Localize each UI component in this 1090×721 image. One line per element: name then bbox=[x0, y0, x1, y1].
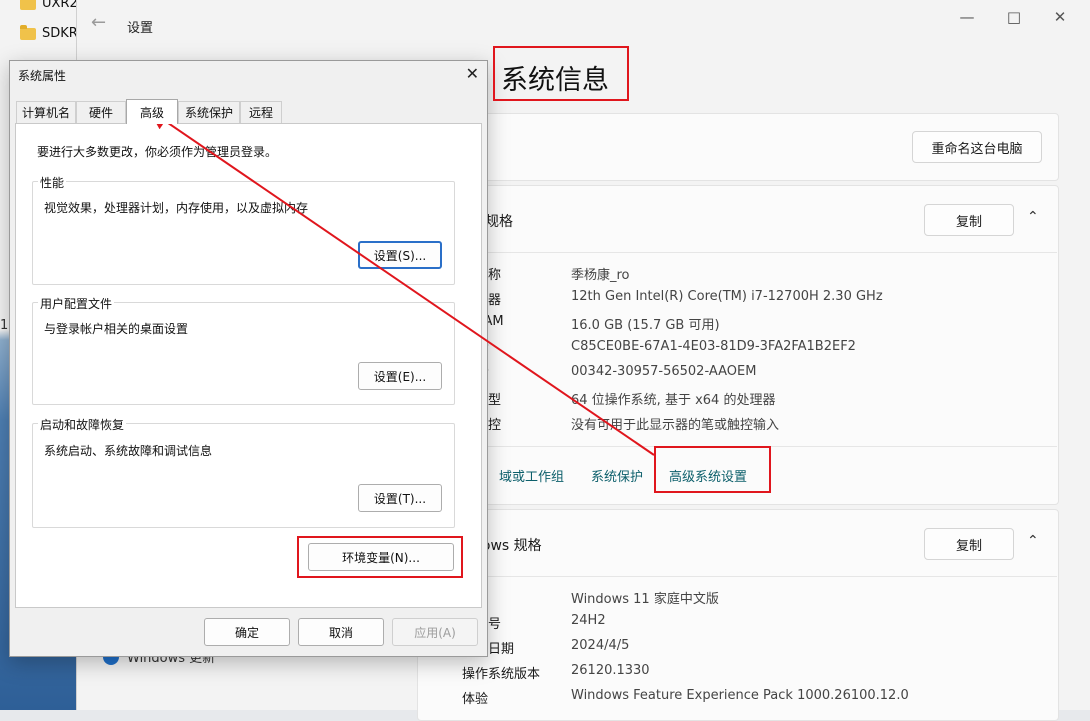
spec-value: 00342-30957-56502-AAOEM bbox=[571, 364, 757, 379]
spec-value: 2024/4/5 bbox=[571, 638, 630, 653]
group-desc: 视觉效果，处理器计划，内存使用，以及虚拟内存 bbox=[44, 201, 309, 215]
minimize-icon[interactable]: — bbox=[952, 8, 982, 26]
back-arrow-icon[interactable]: ← bbox=[91, 12, 106, 33]
highlight-page-title bbox=[493, 46, 629, 101]
highlight-advanced-settings-link bbox=[654, 446, 771, 493]
apply-button[interactable]: 应用(A) bbox=[392, 618, 478, 646]
divider bbox=[417, 576, 1057, 577]
folder-label: UXR2 bbox=[42, 0, 78, 11]
chevron-up-icon[interactable]: ⌃ bbox=[1027, 209, 1039, 225]
spec-value: Windows 11 家庭中文版 bbox=[571, 592, 719, 607]
close-icon[interactable]: ✕ bbox=[1045, 8, 1075, 26]
spec-value: 16.0 GB (15.7 GB 可用) bbox=[571, 318, 720, 333]
group-title: 启动和故障恢复 bbox=[38, 416, 127, 433]
performance-group bbox=[32, 181, 455, 285]
system-protection-link[interactable]: 系统保护 bbox=[591, 466, 643, 485]
rename-pc-button[interactable]: 重命名这台电脑 bbox=[912, 131, 1042, 163]
chevron-up-icon[interactable]: ⌃ bbox=[1027, 533, 1039, 549]
performance-settings-button[interactable]: 设置(S)... bbox=[358, 241, 442, 269]
tab-hardware[interactable]: 硬件 bbox=[76, 101, 126, 123]
admin-note: 要进行大多数更改，你必须作为管理员登录。 bbox=[37, 145, 278, 159]
tab-remote[interactable]: 远程 bbox=[240, 101, 282, 123]
device-spec-title: 规格 bbox=[485, 214, 513, 230]
spec-value: 24H2 bbox=[571, 613, 606, 628]
spec-value: 26120.1330 bbox=[571, 663, 650, 678]
maximize-icon[interactable]: □ bbox=[999, 8, 1029, 26]
group-desc: 与登录帐户相关的桌面设置 bbox=[44, 322, 189, 336]
desktop-folder[interactable]: SDKR bbox=[20, 24, 78, 41]
folder-icon bbox=[20, 0, 36, 10]
divider bbox=[417, 252, 1057, 253]
tab-advanced[interactable]: 高级 bbox=[126, 99, 178, 124]
spec-label: 操作系统版本 bbox=[462, 667, 541, 682]
spec-value: 季杨康_ro bbox=[571, 268, 630, 283]
highlight-environment-variables bbox=[297, 536, 463, 578]
group-title: 用户配置文件 bbox=[38, 295, 115, 312]
dialog-title: 系统属性 bbox=[18, 69, 67, 83]
settings-titlebar: ← 设置 — □ ✕ bbox=[77, 0, 1090, 48]
group-desc: 系统启动、系统故障和调试信息 bbox=[44, 444, 213, 458]
spec-value: 12th Gen Intel(R) Core(TM) i7-12700H 2.3… bbox=[571, 289, 883, 304]
spec-label: 体验 bbox=[462, 692, 489, 707]
cancel-button[interactable]: 取消 bbox=[298, 618, 384, 646]
startup-recovery-settings-button[interactable]: 设置(T)... bbox=[358, 484, 442, 512]
spec-value: 64 位操作系统, 基于 x64 的处理器 bbox=[571, 393, 776, 408]
copy-device-spec-button[interactable]: 复制 bbox=[924, 204, 1014, 236]
spec-value: 没有可用于此显示器的笔或触控输入 bbox=[571, 418, 780, 433]
folder-icon bbox=[20, 24, 36, 40]
group-title: 性能 bbox=[38, 174, 67, 191]
desktop-edge-text: 1 bbox=[0, 318, 9, 333]
settings-window-title: 设置 bbox=[127, 21, 154, 36]
spec-value: C85CE0BE-67A1-4E03-81D9-3FA2FA1B2EF2 bbox=[571, 339, 856, 354]
spec-value: Windows Feature Experience Pack 1000.261… bbox=[571, 688, 909, 703]
ok-button[interactable]: 确定 bbox=[204, 618, 290, 646]
tab-system-protection[interactable]: 系统保护 bbox=[178, 101, 240, 123]
domain-workgroup-link[interactable]: 域或工作组 bbox=[499, 466, 564, 485]
folder-label: SDKR bbox=[42, 26, 78, 41]
desktop-folder[interactable]: UXR2 bbox=[20, 0, 78, 11]
startup-recovery-group bbox=[32, 423, 455, 528]
user-profiles-settings-button[interactable]: 设置(E)... bbox=[358, 362, 442, 390]
tab-computer-name[interactable]: 计算机名 bbox=[16, 101, 76, 123]
copy-windows-spec-button[interactable]: 复制 bbox=[924, 528, 1014, 560]
close-icon[interactable]: ✕ bbox=[466, 64, 479, 83]
